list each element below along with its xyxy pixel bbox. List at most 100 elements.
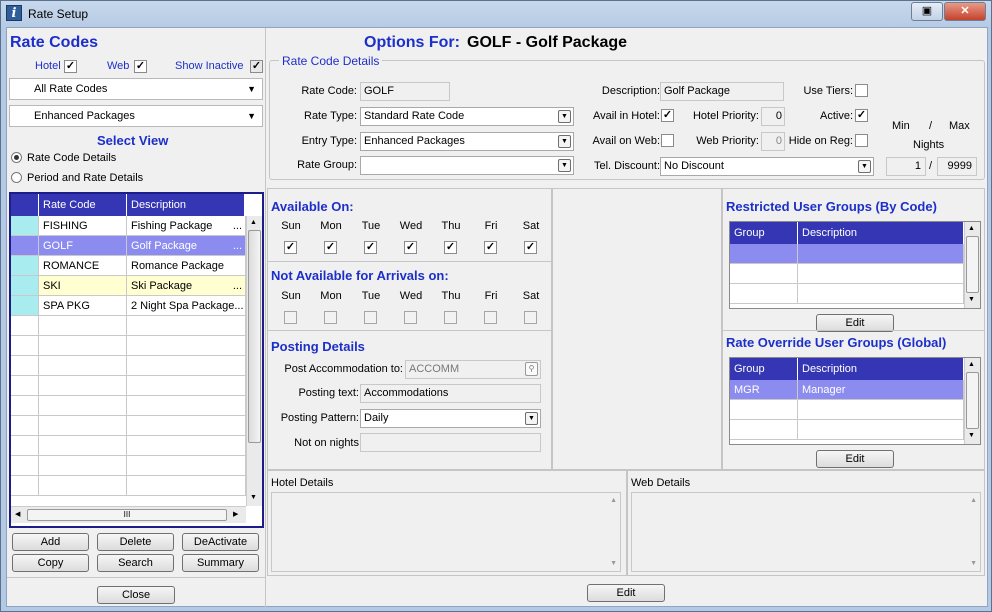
rate-code-cell[interactable] xyxy=(39,476,127,496)
override-edit-button[interactable]: Edit xyxy=(816,450,894,468)
description-cell[interactable] xyxy=(127,336,246,356)
entry-type-select[interactable]: Enhanced Packages ▼ xyxy=(360,132,574,151)
row-selector[interactable] xyxy=(11,476,39,496)
tel-discount-select[interactable]: No Discount ▼ xyxy=(660,157,874,176)
row-selector[interactable] xyxy=(11,396,39,416)
not-available-day-checkbox[interactable] xyxy=(484,311,497,324)
override-scrollbar[interactable]: ▲ ▼ xyxy=(964,358,980,444)
description-cell[interactable] xyxy=(127,316,246,336)
scroll-down-icon[interactable]: ▼ xyxy=(250,494,257,501)
details-edit-button[interactable]: Edit xyxy=(587,584,665,602)
available-day-checkbox[interactable]: ✓ xyxy=(324,241,337,254)
table-row[interactable] xyxy=(730,420,798,440)
available-day-checkbox[interactable]: ✓ xyxy=(284,241,297,254)
rate-code-cell[interactable] xyxy=(39,456,127,476)
rate-code-cell[interactable]: SPA PKG xyxy=(39,296,127,316)
scroll-up-icon[interactable]: ▲ xyxy=(250,219,257,226)
use-tiers-checkbox[interactable] xyxy=(855,84,868,97)
rate-group-select[interactable]: ▼ xyxy=(360,156,574,175)
rate-code-filter-dropdown[interactable]: All Rate Codes ▼ xyxy=(9,78,263,100)
table-row[interactable] xyxy=(798,420,964,440)
row-selector[interactable] xyxy=(11,416,39,436)
table-row[interactable] xyxy=(730,284,798,304)
available-day-checkbox[interactable]: ✓ xyxy=(484,241,497,254)
not-available-day-checkbox[interactable] xyxy=(404,311,417,324)
description-cell[interactable] xyxy=(127,456,246,476)
row-selector[interactable] xyxy=(11,456,39,476)
row-selector[interactable] xyxy=(11,336,39,356)
hide-on-reg-checkbox[interactable] xyxy=(855,134,868,147)
grid-header-rate-code[interactable]: Rate Code xyxy=(39,194,127,216)
scroll-down-icon[interactable]: ▼ xyxy=(970,560,977,567)
available-day-checkbox[interactable]: ✓ xyxy=(524,241,537,254)
row-selector[interactable] xyxy=(11,356,39,376)
scroll-thumb[interactable] xyxy=(248,230,261,443)
scroll-left-icon[interactable]: ◀ xyxy=(15,510,20,518)
rate-type-select[interactable]: Standard Rate Code ▼ xyxy=(360,107,574,126)
override-row-description[interactable]: Manager xyxy=(798,380,964,400)
lookup-icon[interactable]: ⚲ xyxy=(525,362,538,376)
radio-rate-code-details[interactable] xyxy=(11,152,22,163)
restore-button[interactable]: ▣ xyxy=(911,2,943,21)
description-cell[interactable]: Romance Package xyxy=(127,256,246,276)
deactivate-button[interactable]: DeActivate xyxy=(182,533,259,551)
category-dropdown[interactable]: Enhanced Packages ▼ xyxy=(9,105,263,127)
grid-vertical-scrollbar[interactable]: ▲ ▼ xyxy=(246,216,262,506)
available-day-checkbox[interactable]: ✓ xyxy=(444,241,457,254)
scroll-down-icon[interactable]: ▼ xyxy=(968,432,975,439)
table-row[interactable] xyxy=(730,244,798,264)
scroll-down-icon[interactable]: ▼ xyxy=(968,296,975,303)
add-button[interactable]: Add xyxy=(12,533,89,551)
posting-pattern-select[interactable]: Daily ▼ xyxy=(360,409,541,428)
restricted-scrollbar[interactable]: ▲ ▼ xyxy=(964,222,980,308)
description-field[interactable]: Golf Package xyxy=(660,82,784,101)
rate-code-cell[interactable]: FISHING xyxy=(39,216,127,236)
rate-code-field[interactable]: GOLF xyxy=(360,82,450,101)
not-available-day-checkbox[interactable] xyxy=(444,311,457,324)
row-selector[interactable] xyxy=(11,216,39,236)
rate-code-cell[interactable] xyxy=(39,356,127,376)
description-cell[interactable] xyxy=(127,356,246,376)
web-priority-field[interactable]: 0 xyxy=(761,132,785,151)
search-button[interactable]: Search xyxy=(97,554,174,572)
scroll-thumb[interactable] xyxy=(966,372,979,429)
close-button[interactable]: Close xyxy=(97,586,175,604)
scroll-up-icon[interactable]: ▲ xyxy=(968,225,975,232)
scroll-down-icon[interactable]: ▼ xyxy=(610,560,617,567)
not-on-nights-field[interactable] xyxy=(360,433,541,452)
description-cell[interactable]: Ski Package... xyxy=(127,276,246,296)
row-selector[interactable] xyxy=(11,276,39,296)
table-row[interactable] xyxy=(730,400,798,420)
max-nights-field[interactable]: 9999 xyxy=(937,157,977,176)
close-window-button[interactable]: ✕ xyxy=(944,2,986,21)
post-accommodation-field[interactable]: ACCOMM ⚲ xyxy=(405,360,541,379)
copy-button[interactable]: Copy xyxy=(12,554,89,572)
hotel-details-textarea[interactable]: ▲ ▼ xyxy=(271,492,621,572)
available-day-checkbox[interactable]: ✓ xyxy=(404,241,417,254)
rate-code-cell[interactable]: ROMANCE xyxy=(39,256,127,276)
hscroll-thumb[interactable]: III xyxy=(27,509,227,521)
description-cell[interactable] xyxy=(127,376,246,396)
available-day-checkbox[interactable]: ✓ xyxy=(364,241,377,254)
show-inactive-checkbox[interactable]: ✓ xyxy=(250,60,263,73)
restricted-header-description[interactable]: Description xyxy=(798,222,964,244)
table-row[interactable] xyxy=(798,284,964,304)
row-selector[interactable] xyxy=(11,376,39,396)
row-selector[interactable] xyxy=(11,296,39,316)
row-selector[interactable] xyxy=(11,236,39,256)
override-row-group[interactable]: MGR xyxy=(730,380,798,400)
description-cell[interactable]: Fishing Package... xyxy=(127,216,246,236)
summary-button[interactable]: Summary xyxy=(182,554,259,572)
table-row[interactable] xyxy=(798,264,964,284)
posting-text-field[interactable]: Accommodations xyxy=(360,384,541,403)
scroll-right-icon[interactable]: ▶ xyxy=(233,510,238,518)
rate-code-cell[interactable] xyxy=(39,316,127,336)
not-available-day-checkbox[interactable] xyxy=(364,311,377,324)
row-selector[interactable] xyxy=(11,256,39,276)
row-selector[interactable] xyxy=(11,436,39,456)
description-cell[interactable]: Golf Package... xyxy=(127,236,246,256)
scroll-thumb[interactable] xyxy=(966,236,979,293)
table-row[interactable] xyxy=(798,400,964,420)
grid-horizontal-scrollbar[interactable]: ◀ III ▶ xyxy=(11,506,246,523)
rate-code-cell[interactable] xyxy=(39,396,127,416)
